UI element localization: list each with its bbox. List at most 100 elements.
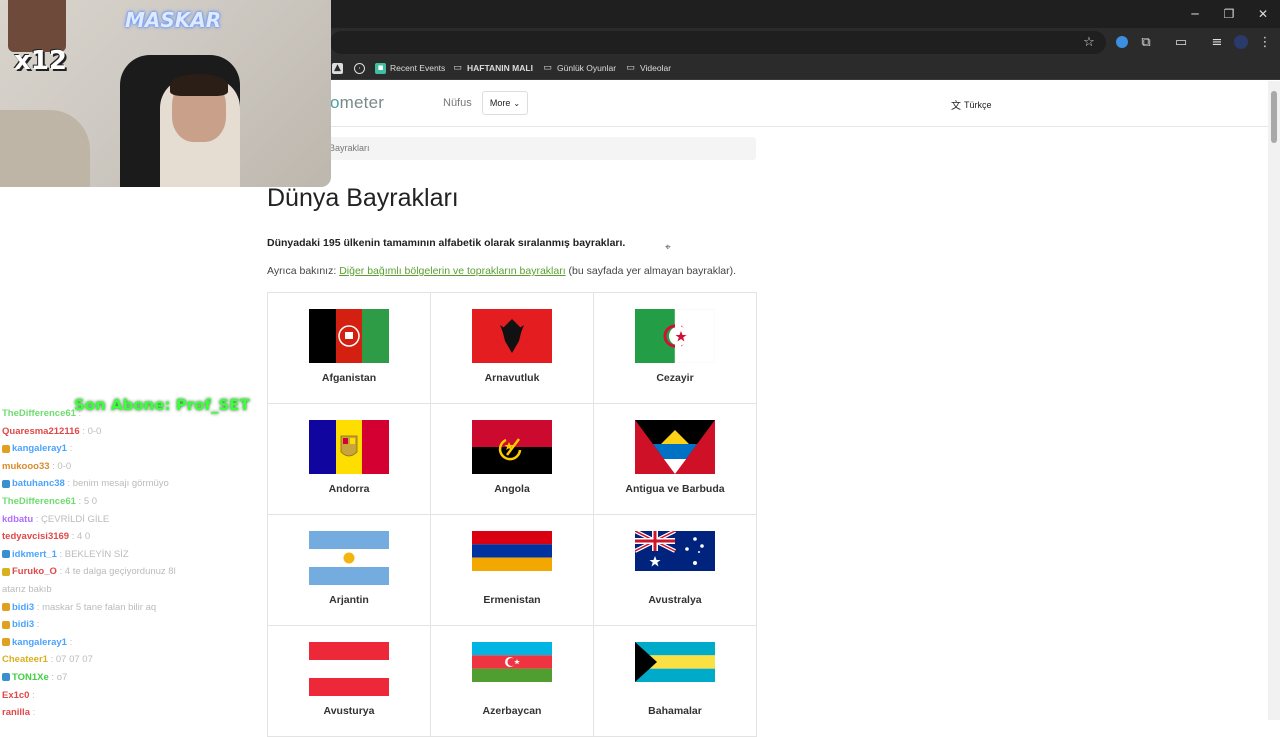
webcam-overlay: x12 MASKAR	[0, 0, 331, 187]
country-name: Andorra	[328, 483, 370, 495]
chat-username[interactable]: Quaresma212116	[2, 426, 80, 437]
chat-text: :	[75, 408, 82, 419]
breadcrumb: Bayrakları	[267, 137, 756, 160]
extension-s-icon[interactable]	[1113, 33, 1131, 51]
chat-username[interactable]: kangaleray1	[12, 443, 67, 454]
chat-message: Cheateer1 : 07 07 07	[2, 651, 262, 669]
country-card-antigua-ve-barbuda[interactable]: Antigua ve Barbuda	[594, 404, 757, 515]
sidepanel-icon[interactable]: ▭	[1172, 33, 1190, 51]
chat-username[interactable]: tedyavcisi3169	[2, 531, 69, 542]
nav-nufus-link[interactable]: Nüfus	[443, 97, 472, 109]
chat-message: bidi3 : maskar 5 tane falan bilir aq	[2, 599, 262, 617]
chat-badge-icon	[2, 638, 10, 647]
language-selector[interactable]: 文 Türkçe	[951, 97, 992, 113]
flags-grid: Afganistan Arnavutluk Cezayir Andorra An…	[267, 292, 757, 737]
country-name: Cezayir	[656, 372, 694, 384]
chat-message: atarız bakıb	[2, 581, 262, 599]
extensions-puzzle-icon[interactable]: ⧉	[1137, 33, 1155, 51]
bahamas-flag	[635, 642, 715, 682]
chat-username[interactable]: TON1Xe	[12, 672, 49, 683]
country-card-cezayir[interactable]: Cezayir	[594, 293, 757, 404]
address-bar[interactable]	[330, 31, 1106, 54]
chat-message: Ex1c0 :	[2, 687, 262, 705]
chat-username[interactable]: TheDifference61	[2, 496, 76, 507]
chat-badge-icon	[2, 620, 10, 629]
argentina-flag	[309, 531, 389, 585]
bookmark-image-icon[interactable]: ▲	[332, 60, 343, 76]
close-button[interactable]: ✕	[1246, 0, 1280, 28]
country-card-arjantin[interactable]: Arjantin	[268, 515, 431, 626]
chat-message: Furuko_O : 4 te dalga geçiyordunuz 8l	[2, 563, 262, 581]
country-name: Azerbaycan	[482, 705, 542, 717]
chat-message: kdbatu : ÇEVRİLDİ GİLE	[2, 511, 262, 529]
chat-text: : maskar 5 tane falan bilir aq	[34, 601, 157, 613]
dependent-territories-link[interactable]: Diğer bağımlı bölgelerin ve toprakların …	[339, 265, 565, 277]
chat-text: : 4 te dalga geçiyordunuz 8l	[56, 566, 176, 578]
bookmark-gunluk-oyunlar[interactable]: ▭ Günlük Oyunlar	[542, 60, 616, 76]
country-name: Bahamalar	[648, 705, 702, 717]
chat-username[interactable]: kdbatu	[2, 514, 33, 525]
chat-username[interactable]: TheDifference61	[2, 408, 76, 419]
see-also-text: Ayrıca bakınız: Diğer bağımlı bölgelerin…	[267, 265, 737, 277]
angola-flag	[472, 420, 552, 474]
streamer-hair	[170, 74, 228, 96]
events-icon: ▪	[375, 62, 386, 74]
site-logo[interactable]: ometer	[330, 93, 384, 113]
country-card-bahamalar[interactable]: Bahamalar	[594, 626, 757, 737]
australia-flag	[635, 531, 715, 571]
chat-username[interactable]: bidi3	[12, 619, 34, 630]
nav-more-dropdown[interactable]: More ⌄	[482, 91, 528, 115]
chat-username[interactable]: Ex1c0	[2, 690, 29, 701]
country-card-andorra[interactable]: Andorra	[268, 404, 431, 515]
chat-username[interactable]: ranilla	[2, 707, 30, 718]
country-card-avusturya[interactable]: Avusturya	[268, 626, 431, 737]
armenia-flag	[472, 531, 552, 571]
chat-badge-icon	[2, 550, 10, 559]
bookmark-circle-icon[interactable]: ·	[354, 60, 365, 76]
antigua-flag	[635, 420, 715, 474]
bookmark-videolar[interactable]: ▭ Videolar	[625, 60, 671, 76]
page-scrollbar[interactable]	[1268, 81, 1280, 720]
chat-message: Quaresma212116 : 0-0	[2, 423, 262, 441]
minimize-button[interactable]: ─	[1178, 0, 1212, 28]
chat-text: : 5 0	[75, 495, 98, 507]
chat-message: tedyavcisi3169 : 4 0	[2, 528, 262, 546]
country-card-azerbaycan[interactable]: Azerbaycan	[431, 626, 594, 737]
chat-text: : 0-0	[79, 425, 102, 437]
menu-kebab-icon[interactable]: ⋮	[1256, 33, 1274, 51]
country-name: Ermenistan	[483, 594, 541, 606]
scrollbar-thumb[interactable]	[1271, 91, 1277, 143]
country-card-angola[interactable]: Angola	[431, 404, 594, 515]
chat-text: : benim mesajı görmüyo	[64, 478, 169, 490]
country-name: Arjantin	[329, 594, 369, 606]
chat-username[interactable]: batuhanc38	[12, 478, 65, 489]
andorra-flag	[309, 420, 389, 474]
chat-username[interactable]: Furuko_O	[12, 566, 57, 577]
media-control-icon[interactable]: ≡	[1208, 33, 1226, 51]
chat-message: TheDifference61 : 5 0	[2, 493, 262, 511]
chat-username[interactable]: idkmert_1	[12, 549, 57, 560]
bookmark-recent-events[interactable]: ▪ Recent Events	[375, 60, 445, 76]
chevron-down-icon: ⌄	[513, 98, 521, 108]
bookmark-star-icon[interactable]: ☆	[1080, 33, 1098, 51]
chat-text: : BEKLEYİN SİZ	[56, 548, 129, 560]
country-card-ermenistan[interactable]: Ermenistan	[431, 515, 594, 626]
emote-image	[8, 0, 66, 52]
azerbaijan-flag	[472, 642, 552, 682]
intro-text: Dünyadaki 195 ülkenin tamamının alfabeti…	[267, 237, 626, 249]
country-card-arnavutluk[interactable]: Arnavutluk	[431, 293, 594, 404]
profile-avatar-icon[interactable]	[1232, 33, 1250, 51]
country-card-afganistan[interactable]: Afganistan	[268, 293, 431, 404]
country-card-avustralya[interactable]: Avustralya	[594, 515, 757, 626]
chat-text: atarız bakıb	[2, 583, 52, 595]
chat-message: ranilla :	[2, 704, 262, 722]
chat-username[interactable]: Cheateer1	[2, 654, 48, 665]
chat-username[interactable]: kangaleray1	[12, 637, 67, 648]
chat-username[interactable]: bidi3	[12, 602, 34, 613]
algeria-flag	[635, 309, 715, 363]
bookmark-haftanin-mali[interactable]: ▭ HAFTANIN MALI	[452, 60, 533, 76]
restore-button[interactable]: ❐	[1212, 0, 1246, 28]
chat-badge-icon	[2, 567, 10, 576]
chat-text: : 4 0	[69, 531, 91, 543]
chat-username[interactable]: mukooo33	[2, 461, 50, 472]
